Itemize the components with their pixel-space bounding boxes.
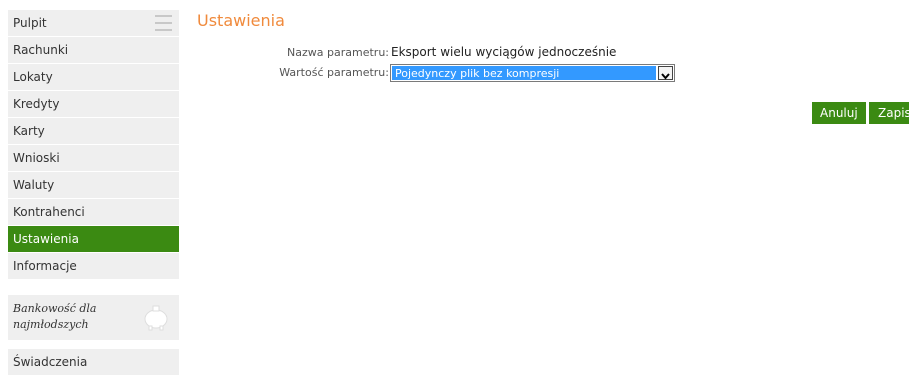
kids-banking-promo[interactable]: Bankowość dla najmłodszych (8, 295, 179, 340)
sidebar-item-label: Kontrahenci (13, 205, 85, 219)
save-button[interactable]: Zapisz (869, 102, 909, 124)
sidebar-item-ustawienia[interactable]: Ustawienia (8, 226, 179, 252)
sidebar-item-kontrahenci[interactable]: Kontrahenci (8, 199, 179, 225)
cancel-button[interactable]: Anuluj (812, 102, 866, 124)
sidebar-item-pulpit[interactable]: Pulpit (8, 10, 179, 36)
selected-option: Pojedynczy plik bez kompresji (392, 66, 656, 80)
sidebar-item-label: Rachunki (13, 43, 69, 57)
sidebar-item-karty[interactable]: Karty (8, 118, 179, 144)
sidebar-item-label: Karty (13, 124, 45, 138)
sidebar-item-label: Waluty (13, 178, 55, 192)
page-title: Ustawienia (197, 11, 285, 30)
param-value-select[interactable]: Pojedynczy plik bez kompresji (390, 64, 675, 82)
piggy-bank-icon (144, 305, 168, 331)
sidebar-item-swiadczenia[interactable]: Świadczenia (8, 349, 179, 375)
sidebar: Pulpit Rachunki Lokaty Kredyty Karty Wni… (8, 10, 179, 280)
param-name-value: Eksport wielu wyciągów jednocześnie (391, 45, 617, 59)
sidebar-item-wnioski[interactable]: Wnioski (8, 145, 179, 171)
sidebar-item-rachunki[interactable]: Rachunki (8, 37, 179, 63)
sidebar-item-label: Wnioski (13, 151, 60, 165)
sidebar-item-informacje[interactable]: Informacje (8, 253, 179, 279)
sidebar-item-label: Informacje (13, 259, 77, 273)
sidebar-item-label: Kredyty (13, 97, 60, 111)
chevron-down-icon[interactable] (658, 66, 673, 80)
sidebar-item-lokaty[interactable]: Lokaty (8, 64, 179, 90)
sidebar-item-label: Lokaty (13, 70, 53, 84)
sidebar-item-label: Pulpit (13, 16, 47, 30)
sidebar-item-label: Świadczenia (13, 355, 88, 369)
param-name-label: Nazwa parametru: (287, 46, 389, 59)
sidebar-item-kredyty[interactable]: Kredyty (8, 91, 179, 117)
sidebar-item-label: Ustawienia (13, 232, 79, 246)
menu-icon[interactable] (155, 15, 172, 31)
param-value-label: Wartość parametru: (279, 66, 389, 79)
sidebar-item-waluty[interactable]: Waluty (8, 172, 179, 198)
